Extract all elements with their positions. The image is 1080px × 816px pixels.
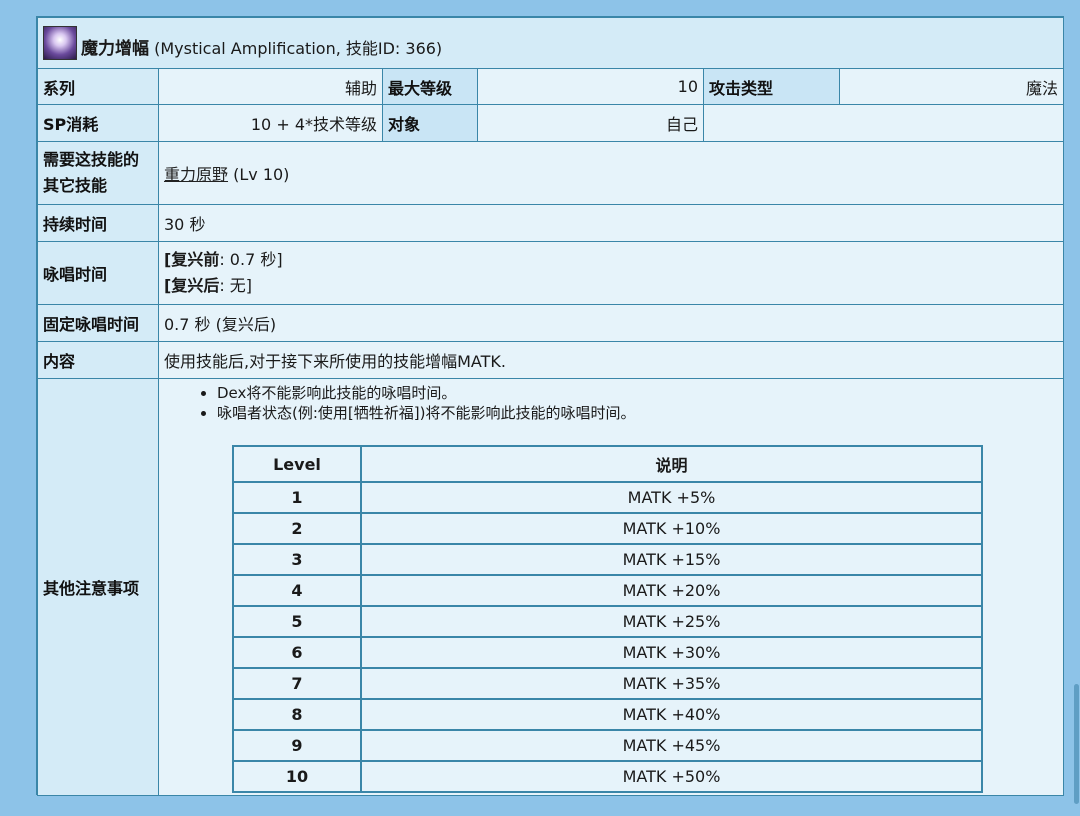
level-table-header: Level 说明 xyxy=(232,445,983,483)
cast-post-prefix: [复兴后 xyxy=(164,276,220,295)
level-row: 3 MATK +15% xyxy=(232,543,983,576)
series-value: 辅助 xyxy=(158,68,383,105)
notes-label: 其他注意事项 xyxy=(37,378,159,796)
level-desc: MATK +10% xyxy=(360,512,983,545)
cast-time-value: [复兴前: 0.7 秒] [复兴后: 无] xyxy=(157,241,1065,305)
cast-time-label: 咏唱时间 xyxy=(37,241,159,305)
level-row: 9 MATK +45% xyxy=(232,729,983,762)
level-number: 5 xyxy=(232,605,362,638)
content-value: 使用技能后,对于接下来所使用的技能增幅MATK. xyxy=(157,341,1065,379)
cast-post-value: : 无] xyxy=(219,276,253,295)
attack-type-value: 魔法 xyxy=(838,68,1065,105)
attack-type-label: 攻击类型 xyxy=(703,68,840,105)
fixed-cast-value: 0.7 秒 (复兴后) xyxy=(157,304,1065,342)
level-row: 7 MATK +35% xyxy=(232,667,983,700)
level-row: 8 MATK +40% xyxy=(232,698,983,731)
max-level-label: 最大等级 xyxy=(382,68,478,105)
level-number: 2 xyxy=(232,512,362,545)
required-skill-level: (Lv 10) xyxy=(233,165,290,184)
required-skill-value: 重力原野 (Lv 10) xyxy=(157,141,1065,205)
level-number: 4 xyxy=(232,574,362,607)
empty-cell xyxy=(702,104,1065,142)
desc-header: 说明 xyxy=(360,445,983,483)
skill-name: 魔力增幅 xyxy=(81,39,149,59)
required-skill-label: 需要这技能的其它技能 xyxy=(37,141,159,205)
scrollbar-thumb[interactable] xyxy=(1074,684,1079,804)
level-number: 7 xyxy=(232,667,362,700)
level-row: 5 MATK +25% xyxy=(232,605,983,638)
sp-cost-label: SP消耗 xyxy=(37,104,159,142)
level-desc: MATK +35% xyxy=(360,667,983,700)
fixed-cast-label: 固定咏唱时间 xyxy=(37,304,159,342)
level-number: 6 xyxy=(232,636,362,669)
skill-info-panel: 魔力增幅 (Mystical Amplification, 技能ID: 366)… xyxy=(36,16,1065,796)
notes-list: Dex将不能影响此技能的咏唱时间。 咏唱者状态(例:使用[牺牲祈福])将不能影响… xyxy=(159,383,1063,423)
max-level-value: 10 xyxy=(477,68,704,105)
cast-pre-value: : 0.7 秒] xyxy=(219,250,283,269)
series-label: 系列 xyxy=(37,68,159,105)
level-table: Level 说明 1 MATK +5% 2 MATK +10% 3 MATK +15%… xyxy=(232,445,983,793)
level-row: 4 MATK +20% xyxy=(232,574,983,607)
level-number: 3 xyxy=(232,543,362,576)
level-desc: MATK +30% xyxy=(360,636,983,669)
mystical-amplification-icon xyxy=(43,26,77,60)
level-row: 2 MATK +10% xyxy=(232,512,983,545)
content-label: 内容 xyxy=(37,341,159,379)
level-desc: MATK +15% xyxy=(360,543,983,576)
level-desc: MATK +25% xyxy=(360,605,983,638)
note-item: Dex将不能影响此技能的咏唱时间。 xyxy=(217,383,1063,403)
level-row: 6 MATK +30% xyxy=(232,636,983,669)
duration-value: 30 秒 xyxy=(157,204,1065,242)
sp-cost-value: 10 + 4*技术等级 xyxy=(158,104,383,142)
level-number: 9 xyxy=(232,729,362,762)
target-label: 对象 xyxy=(382,104,478,142)
duration-label: 持续时间 xyxy=(37,204,159,242)
level-desc: MATK +45% xyxy=(360,729,983,762)
cast-pre-prefix: [复兴前 xyxy=(164,250,220,269)
level-number: 1 xyxy=(232,481,362,514)
skill-subtitle: (Mystical Amplification, 技能ID: 366) xyxy=(154,39,443,58)
level-row: 1 MATK +5% xyxy=(232,481,983,514)
cast-time-post: [复兴后: 无] xyxy=(164,273,1058,299)
skill-info-table: 魔力增幅 (Mystical Amplification, 技能ID: 366)… xyxy=(36,17,1065,796)
level-desc: MATK +50% xyxy=(360,760,983,793)
level-desc: MATK +40% xyxy=(360,698,983,731)
cast-time-pre: [复兴前: 0.7 秒] xyxy=(164,247,1058,273)
target-value: 自己 xyxy=(477,104,704,142)
scrollbar[interactable] xyxy=(1074,0,1080,816)
notes-value: Dex将不能影响此技能的咏唱时间。 咏唱者状态(例:使用[牺牲祈福])将不能影响… xyxy=(157,378,1065,796)
level-number: 8 xyxy=(232,698,362,731)
level-desc: MATK +5% xyxy=(360,481,983,514)
required-skill-link[interactable]: 重力原野 xyxy=(164,165,228,184)
skill-title: 魔力增幅 (Mystical Amplification, 技能ID: 366) xyxy=(36,17,1065,69)
note-item: 咏唱者状态(例:使用[牺牲祈福])将不能影响此技能的咏唱时间。 xyxy=(217,403,1063,423)
level-number: 10 xyxy=(232,760,362,793)
level-row: 10 MATK +50% xyxy=(232,760,983,793)
level-header: Level xyxy=(232,445,362,483)
level-desc: MATK +20% xyxy=(360,574,983,607)
